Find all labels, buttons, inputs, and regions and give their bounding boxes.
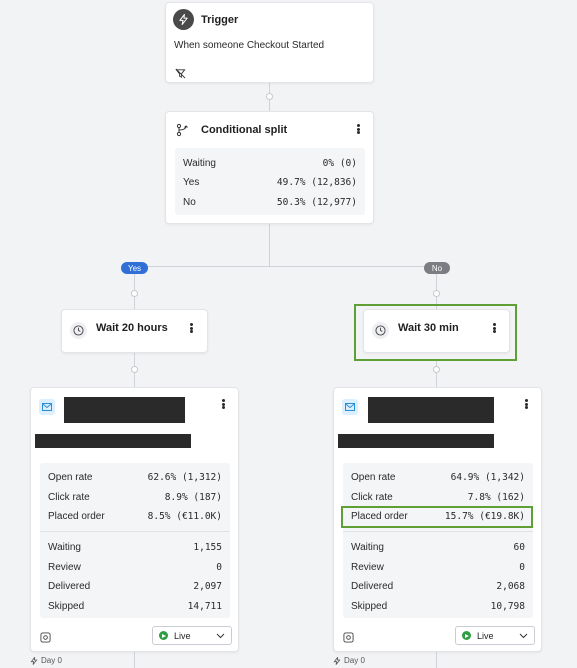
email-icon <box>342 399 358 415</box>
email-right-status-label: Live <box>477 630 494 641</box>
email-right-delivered: Delivered 2,068 <box>351 580 525 592</box>
connector-node <box>131 366 138 373</box>
connector-node <box>433 290 440 297</box>
day-label-right: Day 0 <box>333 656 365 665</box>
email-right-skipped: Skipped 10,798 <box>351 600 525 612</box>
email-card-left[interactable]: Open rate 62.6% (1,312) Click rate 8.9% (1… <box>30 387 239 652</box>
trigger-description: When someone Checkout Started <box>174 40 325 51</box>
email-left-skipped: Skipped 14,711 <box>48 600 222 612</box>
connector-node <box>266 93 273 100</box>
redacted-email-title <box>64 397 185 423</box>
connector-wait-right-email <box>436 359 437 387</box>
analytics-icon[interactable] <box>40 630 51 643</box>
stats-divider <box>40 531 230 532</box>
lightning-icon <box>30 656 38 665</box>
chevron-down-icon <box>216 633 225 638</box>
email-icon <box>39 399 55 415</box>
wait-left-title: Wait 20 hours <box>96 322 168 334</box>
email-left-delivered: Delivered 2,097 <box>48 580 222 592</box>
analytics-icon[interactable] <box>343 630 354 643</box>
email-right-click-rate: Click rate 7.8% (162) <box>351 491 525 503</box>
email-right-more-menu-icon[interactable] <box>520 397 532 411</box>
email-left-open-rate: Open rate 62.6% (1,312) <box>48 471 222 483</box>
redacted-email-subject <box>35 434 191 448</box>
split-row-yes: Yes 49.7% (12,836) <box>183 176 357 188</box>
wait-right-title: Wait 30 min <box>398 322 459 334</box>
email-left-status-select[interactable]: Live <box>152 626 232 645</box>
conditional-split-card[interactable]: Conditional split Waiting 0% (0) Yes 49.7%… <box>165 111 374 224</box>
wait-30-min-card[interactable]: Wait 30 min <box>363 309 510 353</box>
split-title: Conditional split <box>201 124 288 136</box>
split-stats: Waiting 0% (0) Yes 49.7% (12,836) No 50.3% … <box>175 148 365 215</box>
live-status-icon <box>159 631 168 640</box>
split-more-menu-icon[interactable] <box>352 122 364 136</box>
no-branch-pill[interactable]: No <box>424 262 450 274</box>
wait-right-more-menu-icon[interactable] <box>488 321 500 335</box>
connector-branch-horizontal <box>134 266 437 267</box>
email-right-open-rate: Open rate 64.9% (1,342) <box>351 471 525 483</box>
clock-icon <box>70 322 87 339</box>
clock-icon <box>372 322 389 339</box>
split-row-waiting: Waiting 0% (0) <box>183 157 357 169</box>
wait-20-hours-card[interactable]: Wait 20 hours <box>61 309 208 353</box>
connector-bottom-right <box>436 652 437 668</box>
placed-order-highlight <box>341 506 533 528</box>
redacted-email-subject <box>338 434 494 448</box>
email-right-review: Review 0 <box>351 561 525 573</box>
wait-left-more-menu-icon[interactable] <box>185 321 197 335</box>
chevron-down-icon <box>519 633 528 638</box>
lightning-icon <box>333 656 341 665</box>
email-left-waiting: Waiting 1,155 <box>48 541 222 553</box>
trigger-title: Trigger <box>201 14 239 26</box>
stats-divider <box>343 531 533 532</box>
redacted-email-title <box>368 397 494 423</box>
email-left-review: Review 0 <box>48 561 222 573</box>
email-left-more-menu-icon[interactable] <box>217 397 229 411</box>
connector-bottom-left <box>134 652 135 668</box>
yes-branch-pill[interactable]: Yes <box>121 262 148 274</box>
filter-off-icon[interactable] <box>175 66 186 79</box>
split-icon <box>176 123 190 137</box>
day-label-left: Day 0 <box>30 656 62 665</box>
email-card-right[interactable]: Open rate 64.9% (1,342) Click rate 7.8% (1… <box>333 387 542 652</box>
connector-node <box>131 290 138 297</box>
email-left-status-label: Live <box>174 630 191 641</box>
email-right-status-select[interactable]: Live <box>455 626 535 645</box>
split-row-no: No 50.3% (12,977) <box>183 196 357 208</box>
email-left-placed-order: Placed order 8.5% (€11.0K) <box>48 510 222 522</box>
connector-split-down <box>269 224 270 267</box>
live-status-icon <box>462 631 471 640</box>
email-right-stats: Open rate 64.9% (1,342) Click rate 7.8% (1… <box>343 463 533 618</box>
email-right-waiting: Waiting 60 <box>351 541 525 553</box>
connector-node <box>433 366 440 373</box>
email-left-stats: Open rate 62.6% (1,312) Click rate 8.9% (1… <box>40 463 230 618</box>
email-left-click-rate: Click rate 8.9% (187) <box>48 491 222 503</box>
lightning-icon <box>173 9 194 30</box>
trigger-card[interactable]: Trigger When someone Checkout Started <box>165 2 374 83</box>
